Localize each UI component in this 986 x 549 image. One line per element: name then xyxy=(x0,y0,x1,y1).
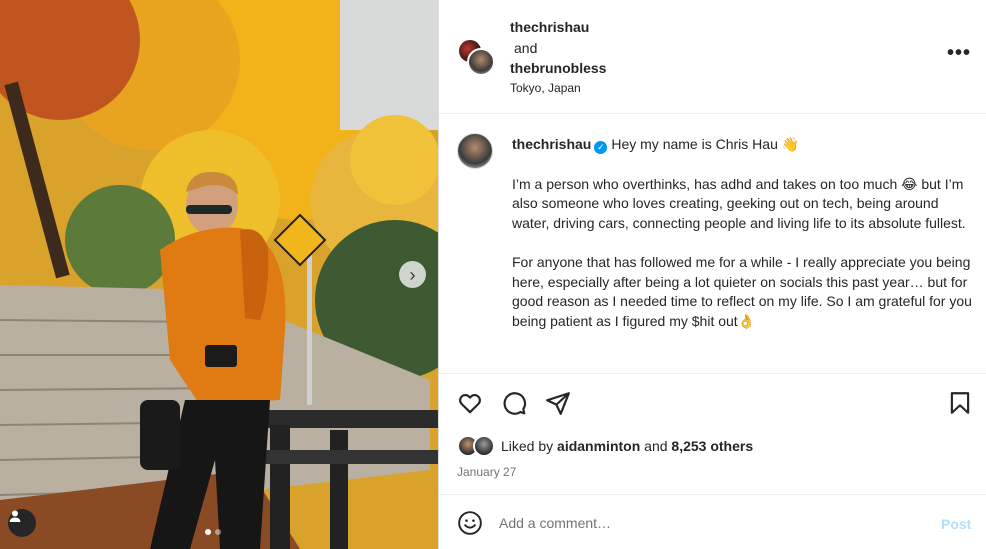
caption-first-line: Hey my name is Chris Hau 👋 xyxy=(611,136,800,152)
carousel-indicator xyxy=(205,529,221,535)
carousel-dot-active xyxy=(205,529,211,535)
carousel-next-button[interactable]: › xyxy=(399,261,426,288)
action-bar: Liked by aidanminton and 8,253 others Ja… xyxy=(439,373,986,493)
collaborator-username-1[interactable]: thechrishau xyxy=(510,19,589,35)
more-horizontal-icon: ••• xyxy=(947,42,972,64)
share-icon[interactable] xyxy=(545,390,571,416)
comment-box: Post xyxy=(439,494,986,549)
liked-user-link[interactable]: aidanminton xyxy=(557,438,640,454)
avatar xyxy=(467,48,495,76)
verified-badge-icon: ✓ xyxy=(594,141,608,154)
tagged-users-button[interactable] xyxy=(8,509,36,537)
avatar[interactable] xyxy=(457,133,493,169)
post-comment-button[interactable]: Post xyxy=(941,516,971,532)
post-image[interactable]: › xyxy=(0,0,438,549)
post-side-panel: thechrishau and thebrunobless Tokyo, Jap… xyxy=(438,0,986,549)
likes-summary: Liked by aidanminton and 8,253 others xyxy=(457,435,753,457)
liked-and: and xyxy=(644,438,668,454)
carousel-dot xyxy=(215,529,221,535)
collaborator-username-2[interactable]: thebrunobless xyxy=(510,60,606,76)
liked-others-link[interactable]: 8,253 others xyxy=(671,438,753,454)
emoji-icon[interactable] xyxy=(457,510,483,536)
heart-icon[interactable] xyxy=(457,390,483,416)
post-date[interactable]: January 27 xyxy=(457,465,516,479)
avatar xyxy=(473,435,495,457)
post-header: thechrishau and thebrunobless Tokyo, Jap… xyxy=(439,0,986,114)
likes-text: Liked by aidanminton and 8,253 others xyxy=(501,438,753,454)
caption-body: I’m a person who overthinks, has adhd an… xyxy=(512,175,972,329)
comment-input[interactable] xyxy=(499,509,919,537)
caption-username[interactable]: thechrishau xyxy=(512,136,591,152)
collab-avatars[interactable] xyxy=(457,38,495,76)
comment-icon[interactable] xyxy=(501,390,527,416)
bookmark-icon[interactable] xyxy=(947,390,973,416)
more-options-button[interactable]: ••• xyxy=(947,43,971,63)
liked-prefix: Liked by xyxy=(501,438,554,454)
caption-section: thechrishau ✓ Hey my name is Chris Hau 👋 I… xyxy=(439,115,986,373)
caption-text: thechrishau ✓ Hey my name is Chris Hau 👋 I… xyxy=(512,135,972,331)
collab-conjunction: and xyxy=(514,40,538,56)
chevron-right-icon: › xyxy=(409,264,416,285)
post-photo-illustration xyxy=(0,0,438,549)
user-icon xyxy=(9,510,21,522)
location-link[interactable]: Tokyo, Japan xyxy=(510,81,581,95)
